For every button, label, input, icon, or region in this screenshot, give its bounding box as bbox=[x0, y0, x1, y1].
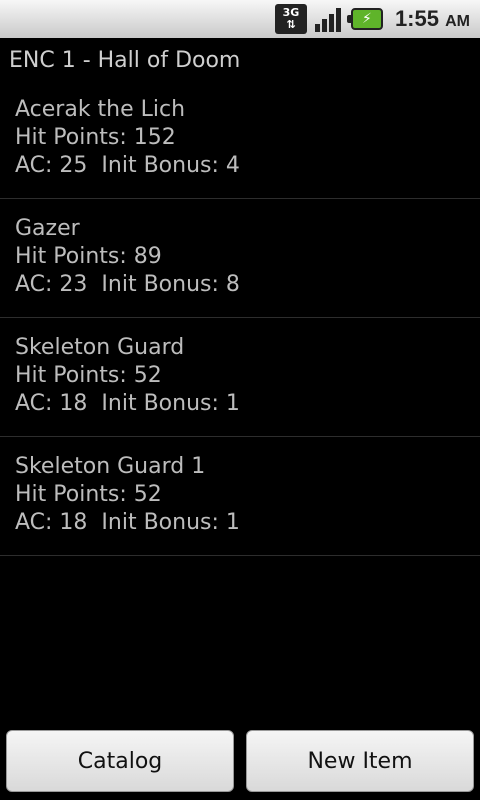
screen: 3G ⇅ ⚡ 1:55 AM ENC 1 - Hall of Doom Acer… bbox=[0, 0, 480, 800]
monster-hit-points: Hit Points: 89 bbox=[15, 244, 162, 269]
clock-time: 1:55 bbox=[394, 6, 439, 31]
monster-stats: AC: 18 Init Bonus: 1 bbox=[15, 391, 240, 416]
monster-stats: AC: 23 Init Bonus: 8 bbox=[15, 272, 240, 297]
list-item[interactable]: Gazer Hit Points: 89 AC: 23 Init Bonus: … bbox=[0, 199, 480, 318]
monster-hit-points: Hit Points: 52 bbox=[15, 482, 162, 507]
monster-stats: AC: 25 Init Bonus: 4 bbox=[15, 153, 240, 178]
monster-name: Skeleton Guard bbox=[15, 335, 185, 360]
charging-bolt-icon: ⚡ bbox=[361, 11, 372, 27]
page-title: ENC 1 - Hall of Doom bbox=[9, 48, 241, 73]
new-item-button[interactable]: New Item bbox=[246, 730, 474, 792]
bottom-button-bar: Catalog New Item bbox=[0, 724, 480, 800]
status-bar: 3G ⇅ ⚡ 1:55 AM bbox=[0, 0, 480, 38]
list-item[interactable]: Skeleton Guard Hit Points: 52 AC: 18 Ini… bbox=[0, 318, 480, 437]
catalog-button[interactable]: Catalog bbox=[6, 730, 234, 792]
monster-name: Gazer bbox=[15, 216, 80, 241]
list-item[interactable]: Skeleton Guard 1 Hit Points: 52 AC: 18 I… bbox=[0, 437, 480, 556]
data-arrows-icon: ⇅ bbox=[286, 18, 296, 31]
monster-list[interactable]: Acerak the Lich Hit Points: 152 AC: 25 I… bbox=[0, 80, 480, 556]
monster-hit-points: Hit Points: 52 bbox=[15, 363, 162, 388]
monster-name: Skeleton Guard 1 bbox=[15, 454, 206, 479]
clock-ampm: AM bbox=[445, 13, 470, 30]
signal-strength-icon bbox=[313, 4, 345, 34]
battery-charging-icon: ⚡ bbox=[346, 4, 383, 34]
monster-hit-points: Hit Points: 152 bbox=[15, 125, 176, 150]
status-clock: 1:55 AM bbox=[395, 6, 470, 32]
monster-stats: AC: 18 Init Bonus: 1 bbox=[15, 510, 240, 535]
monster-name: Acerak the Lich bbox=[15, 97, 186, 122]
list-item[interactable]: Acerak the Lich Hit Points: 152 AC: 25 I… bbox=[0, 80, 480, 199]
network-3g-icon: 3G ⇅ bbox=[274, 4, 307, 34]
